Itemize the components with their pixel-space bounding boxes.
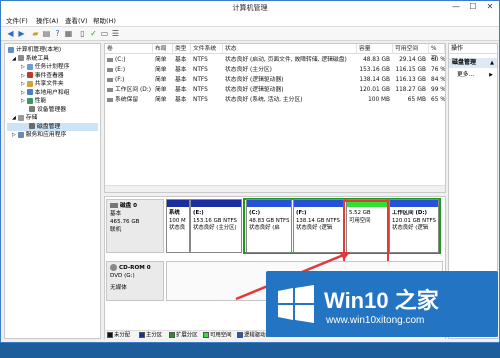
taskbar — [0, 343, 500, 358]
watermark-url: www.win10xitong.com — [326, 315, 425, 326]
computer-management-window: 计算机管理 — ☐ ✕ 文件(F) 操作(A) 查看(V) 帮助(H) ◀ ▶ … — [0, 0, 500, 343]
watermark-brand: Win10 之家 — [324, 288, 439, 313]
watermark: Win10 之家 www.win10xitong.com — [266, 271, 498, 337]
windows-logo-icon — [278, 285, 314, 323]
